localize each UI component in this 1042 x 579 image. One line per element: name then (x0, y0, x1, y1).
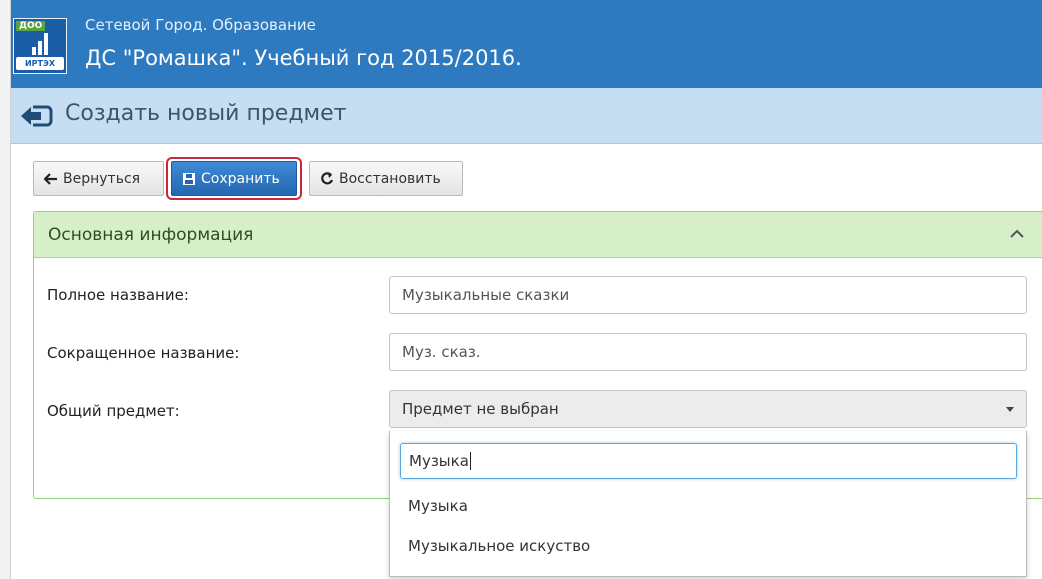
dropdown-search-text: Музыка (409, 452, 469, 470)
logo-brand: ИРТЭХ (16, 57, 64, 70)
page-title: Создать новый предмет (65, 101, 347, 126)
arrow-left-icon (44, 172, 57, 185)
app-subtitle: Сетевой Город. Образование (85, 16, 316, 34)
app-logo[interactable]: ДОО ИРТЭХ (13, 18, 67, 74)
dropdown-option[interactable]: Музыкальное искуство (408, 537, 590, 555)
subject-dropdown: Музыка Музыка Музыкальное искуство (389, 431, 1027, 577)
full-name-input[interactable]: Музыкальные сказки (389, 276, 1027, 314)
sign-out-back-icon[interactable] (19, 105, 53, 127)
text-cursor (469, 452, 471, 470)
page-margin (0, 0, 10, 579)
save-button[interactable]: Сохранить (171, 161, 297, 196)
general-subject-select[interactable]: Предмет не выбран (389, 390, 1027, 428)
chevron-up-icon[interactable] (1009, 226, 1025, 242)
dropdown-option[interactable]: Музыка (408, 497, 468, 515)
refresh-icon (321, 171, 334, 184)
app-title: ДС "Ромашка". Учебный год 2015/2016. (85, 46, 522, 70)
back-button-label: Вернуться (63, 170, 141, 187)
logo-badge: ДОО (16, 21, 46, 31)
app-header: ДОО ИРТЭХ Сетевой Город. Образование ДС … (11, 0, 1042, 88)
restore-button[interactable]: Восстановить (309, 161, 463, 196)
general-subject-label: Общий предмет: (47, 402, 180, 420)
save-button-label: Сохранить (201, 170, 280, 187)
caret-down-icon (1006, 406, 1014, 412)
short-name-label: Сокращенное название: (47, 344, 240, 362)
page-titlebar: Создать новый предмет (11, 88, 1042, 144)
floppy-disk-icon (183, 172, 195, 185)
short-name-input[interactable]: Муз. сказ. (389, 333, 1027, 371)
general-subject-selected: Предмет не выбран (402, 400, 559, 418)
app-window: ДОО ИРТЭХ Сетевой Город. Образование ДС … (10, 0, 1042, 579)
panel-title: Основная информация (48, 225, 254, 245)
chart-bars-icon (32, 33, 52, 55)
restore-button-label: Восстановить (339, 170, 441, 187)
panel-header[interactable]: Основная информация (34, 212, 1042, 258)
dropdown-search-input[interactable]: Музыка (400, 443, 1017, 479)
full-name-label: Полное название: (47, 286, 189, 304)
back-button[interactable]: Вернуться (33, 161, 164, 196)
